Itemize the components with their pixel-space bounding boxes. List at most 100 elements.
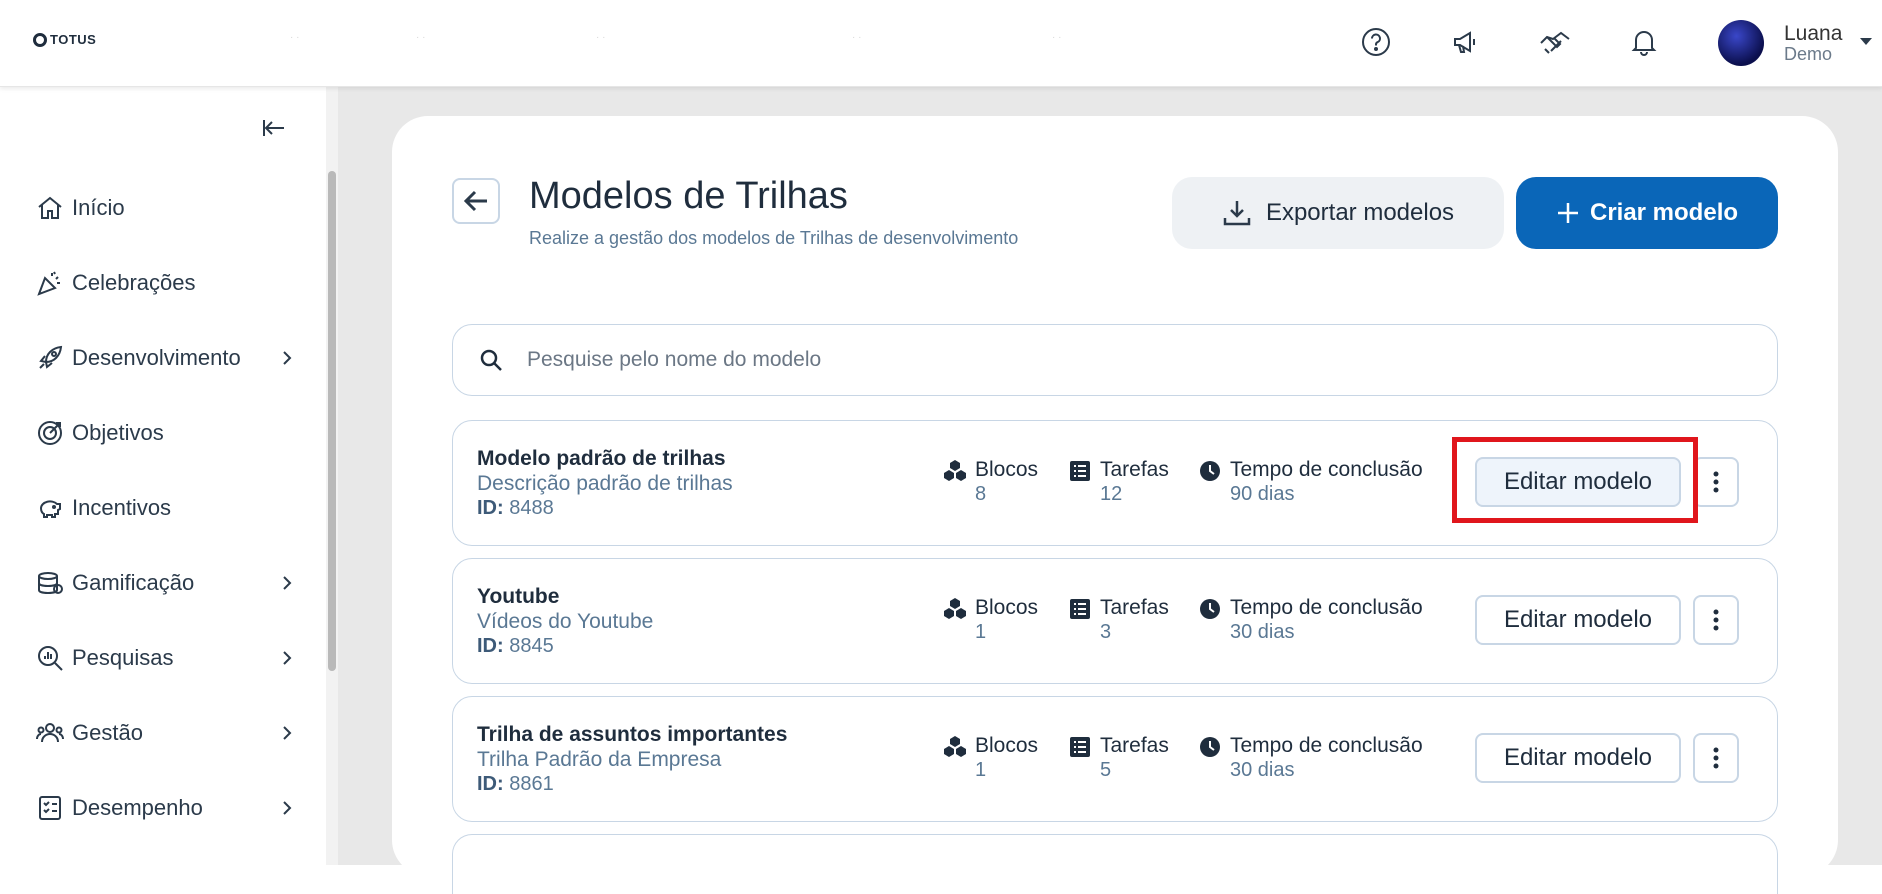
blocks-label: Blocos [975,734,1039,757]
sidebar-item-label: Desenvolvimento [72,345,241,370]
time-stat: Tempo de conclusão 30 dias [1198,733,1423,783]
search-box[interactable] [452,324,1778,396]
collapse-sidebar-icon[interactable] [262,117,288,139]
sidebar-item-label: Objetivos [72,420,164,445]
model-name: Modelo padrão de trilhas [477,447,726,470]
sidebar-item-desenvolvimento[interactable]: Desenvolvimento [36,338,296,378]
cubes-icon [944,736,966,757]
more-vertical-icon [1713,747,1719,769]
decorative-dots: · · [596,32,606,43]
time-value: 30 dias [1230,621,1295,643]
sidebar-item-gestao[interactable]: Gestão [36,713,296,753]
model-id: ID: 8488 [477,497,554,520]
model-id: ID: 8845 [477,635,554,658]
bell-icon[interactable] [1626,24,1662,60]
model-id-label: ID: [477,773,504,795]
user-menu[interactable]: Luana Demo [1718,20,1842,66]
target-icon [38,421,62,445]
tasks-label: Tarefas [1100,596,1169,619]
edit-model-button[interactable]: Editar modelo [1475,733,1681,783]
model-name: Youtube [477,585,560,608]
more-options-button[interactable] [1693,595,1739,645]
sidebar-item-desempenho[interactable]: Desempenho [36,788,296,828]
model-description: Vídeos do Youtube [477,610,654,633]
export-models-button[interactable]: Exportar modelos [1172,177,1504,249]
search-input[interactable] [527,348,1727,372]
sidebar: Início Celebrações Desenvolvimento Objet… [0,87,338,865]
model-id: ID: 8861 [477,773,554,796]
blocks-value: 8 [975,483,987,505]
blocks-value: 1 [975,759,987,781]
checklist-icon [39,796,61,820]
task-list-icon [1070,461,1090,481]
tasks-label: Tarefas [1100,734,1169,757]
tasks-value: 3 [1100,621,1112,643]
chevron-right-icon [283,726,292,740]
sidebar-item-label: Gestão [72,720,143,745]
tasks-stat: Tarefas 3 [1068,595,1169,645]
model-id-value: 8488 [509,497,554,519]
logo-text: TOTUS [50,32,97,47]
sidebar-item-objetivos[interactable]: Objetivos [36,413,296,453]
cubes-icon [944,460,966,481]
people-icon [36,723,64,743]
edit-model-button[interactable]: Editar modelo [1475,595,1681,645]
model-id-value: 8845 [509,635,554,657]
decorative-dots: · · [290,32,300,43]
page-title: Modelos de Trilhas [529,175,848,217]
rocket-icon [39,345,63,369]
clock-icon [1200,737,1220,757]
sidebar-item-label: Pesquisas [72,645,174,670]
tasks-label: Tarefas [1100,458,1169,481]
model-id-label: ID: [477,635,504,657]
totus-logo[interactable]: TOTUS [33,32,96,47]
piggy-bank-icon [39,500,61,518]
sidebar-item-celebracoes[interactable]: Celebrações [36,263,296,303]
time-label: Tempo de conclusão [1230,596,1423,619]
model-row [452,834,1778,894]
megaphone-icon[interactable] [1448,24,1484,60]
sidebar-item-incentivos[interactable]: Incentivos [36,488,296,528]
help-icon[interactable] [1358,24,1394,60]
highlight-box [1452,437,1698,523]
blocks-stat: Blocos 1 [943,733,1038,783]
sidebar-item-gamificacao[interactable]: Gamificação [36,563,296,603]
decorative-dots: · · [1052,32,1062,43]
user-name: Luana [1784,21,1843,45]
sidebar-item-pesquisas[interactable]: Pesquisas [36,638,296,678]
time-value: 90 dias [1230,483,1295,505]
coins-icon [38,572,63,595]
sidebar-item-label: Gamificação [72,570,195,595]
chevron-right-icon [283,351,292,365]
handshake-icon[interactable] [1538,24,1574,60]
chevron-right-icon [283,651,292,665]
create-model-button[interactable]: Criar modelo [1516,177,1778,249]
chevron-right-icon [283,801,292,815]
tasks-value: 12 [1100,483,1123,505]
model-row: Trilha de assuntos importantes Trilha Pa… [452,696,1778,822]
search-icon [480,349,502,371]
avatar[interactable] [1718,20,1764,66]
sidebar-item-label: Celebrações [72,270,196,295]
arrow-left-icon [463,190,487,212]
party-icon [37,271,60,296]
model-description: Trilha Padrão da Empresa [477,748,722,771]
sidebar-item-label: Início [72,195,125,220]
cubes-icon [944,598,966,619]
more-vertical-icon [1713,471,1719,493]
more-options-button[interactable] [1693,733,1739,783]
chevron-down-icon[interactable] [1860,38,1872,45]
sidebar-scrollbar-thumb[interactable] [328,171,336,671]
time-value: 30 dias [1230,759,1295,781]
time-stat: Tempo de conclusão 30 dias [1198,595,1423,645]
export-models-label: Exportar modelos [1265,199,1455,226]
blocks-value: 1 [975,621,987,643]
time-stat: Tempo de conclusão 90 dias [1198,457,1423,507]
sidebar-item-inicio[interactable]: Início [36,188,296,228]
back-button[interactable] [452,178,500,224]
more-options-button[interactable] [1693,457,1739,507]
plus-icon [1557,203,1578,223]
model-id-label: ID: [477,497,504,519]
create-model-label: Criar modelo [1589,199,1739,226]
sidebar-item-label: Incentivos [72,495,172,520]
